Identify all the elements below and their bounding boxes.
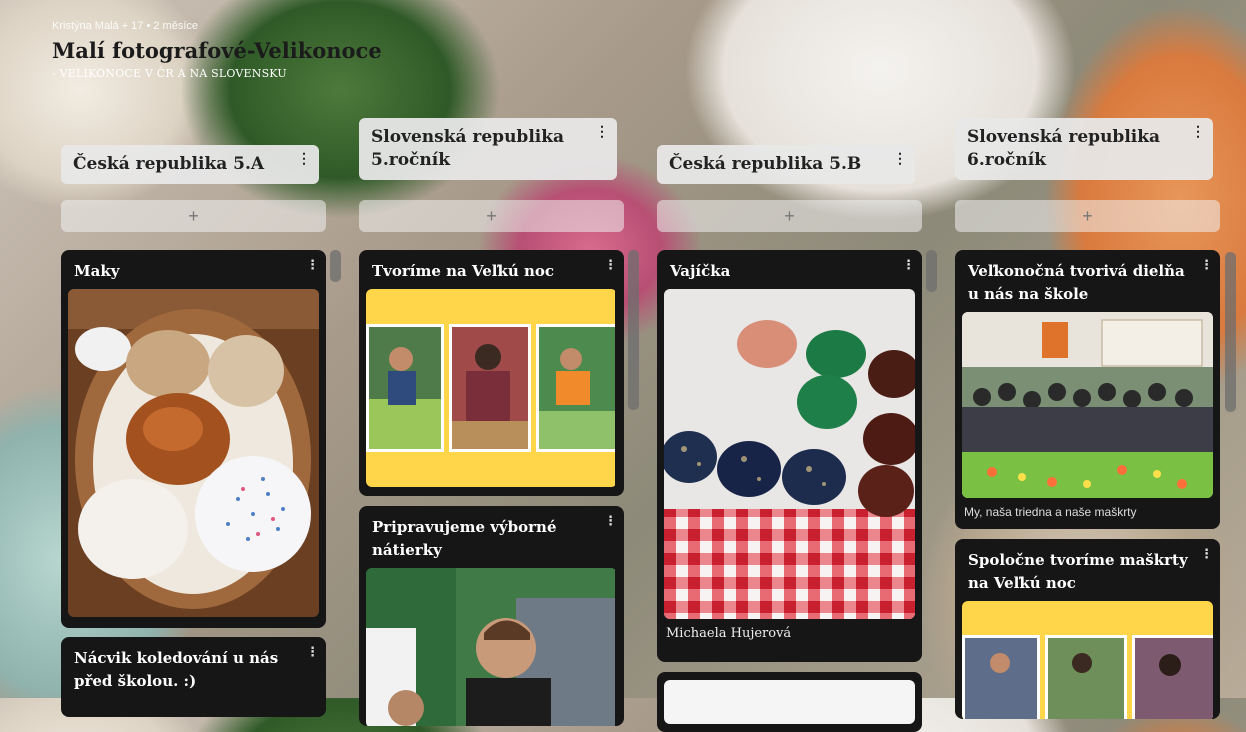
- post-image[interactable]: [962, 312, 1213, 498]
- section-header[interactable]: Slovenská republika 5.ročník ⋮: [359, 118, 617, 180]
- post-image[interactable]: [664, 680, 915, 724]
- section-header[interactable]: Slovenská republika 6.ročník ⋮: [955, 118, 1213, 180]
- more-vertical-icon[interactable]: ⋮: [1200, 259, 1213, 273]
- post-card[interactable]: Vajíčka ⋮ Michaela Hujerová: [657, 250, 922, 662]
- post-title: Spoločne tvoríme maškrty na Veľkú noc: [968, 551, 1188, 592]
- post-card[interactable]: ⋮: [657, 672, 922, 732]
- section-title: Slovenská republika 6.ročník: [967, 127, 1161, 170]
- class-group-photo: [962, 312, 1213, 498]
- padlet-header: Kristýna Malá + 17 • 2 měsíce Malí fotog…: [52, 20, 382, 80]
- post-image[interactable]: [68, 289, 319, 617]
- more-vertical-icon[interactable]: ⋮: [306, 259, 319, 273]
- more-vertical-icon[interactable]: ⋮: [902, 259, 915, 273]
- page-title: Malí fotografové-Velikonoce: [52, 38, 382, 63]
- post-caption: My, naša triedna a naše maškrty: [964, 505, 1137, 519]
- dyed-eggs-photo: [664, 289, 915, 619]
- section-header[interactable]: Česká republika 5.A ⋮: [61, 145, 319, 184]
- post-title: Nácvik koledování u nás před školou. :): [74, 649, 279, 690]
- post-card[interactable]: Pripravujeme výborné nátierky ⋮: [359, 506, 624, 726]
- more-vertical-icon[interactable]: ⋮: [1191, 125, 1205, 139]
- post-title: Vajíčka: [670, 262, 731, 280]
- more-vertical-icon[interactable]: ⋮: [893, 152, 907, 166]
- column-scrollbar[interactable]: [628, 250, 639, 410]
- post-title: Pripravujeme výborné nátierky: [372, 518, 557, 559]
- post-image[interactable]: [366, 289, 617, 487]
- post-card[interactable]: Nácvik koledování u nás před školou. :) …: [61, 637, 326, 717]
- more-vertical-icon[interactable]: ⋮: [297, 152, 311, 166]
- food-collage-photo: [962, 601, 1213, 719]
- post-card[interactable]: Spoločne tvoríme maškrty na Veľkú noc ⋮: [955, 539, 1220, 719]
- post-image[interactable]: [664, 289, 915, 619]
- section-title: Česká republika 5.A: [73, 154, 265, 174]
- post-card[interactable]: Tvoríme na Veľkú noc ⋮: [359, 250, 624, 496]
- post-image[interactable]: [962, 601, 1213, 719]
- author-meta[interactable]: Kristýna Malá + 17 • 2 měsíce: [52, 20, 382, 32]
- section-title: Česká republika 5.B: [669, 154, 862, 174]
- column-scrollbar[interactable]: [926, 250, 937, 292]
- column-scrollbar[interactable]: [330, 250, 341, 282]
- post-card[interactable]: Maky ⋮: [61, 250, 326, 628]
- section-header[interactable]: Česká republika 5.B ⋮: [657, 145, 915, 184]
- easter-breads-photo: [68, 289, 319, 617]
- more-vertical-icon[interactable]: ⋮: [604, 515, 617, 529]
- page-subtitle: - VELIKONOCE V ČR A NA SLOVENSKU: [52, 67, 287, 80]
- section-title: Slovenská republika 5.ročník: [371, 127, 565, 170]
- post-title: Maky: [74, 262, 120, 280]
- post-title: Veľkonočná tvorivá dielňa u nás na škole: [968, 262, 1185, 303]
- column-scrollbar[interactable]: [1225, 252, 1236, 412]
- add-post-button[interactable]: +: [359, 200, 624, 232]
- post-card[interactable]: Veľkonočná tvorivá dielňa u nás na škole…: [955, 250, 1220, 529]
- add-post-button[interactable]: +: [657, 200, 922, 232]
- more-vertical-icon[interactable]: ⋮: [604, 259, 617, 273]
- more-vertical-icon[interactable]: ⋮: [1200, 548, 1213, 562]
- add-post-button[interactable]: +: [955, 200, 1220, 232]
- more-vertical-icon[interactable]: ⋮: [595, 125, 609, 139]
- post-author: Michaela Hujerová: [666, 626, 792, 641]
- post-title: Tvoríme na Veľkú noc: [372, 262, 555, 280]
- post-image[interactable]: [366, 568, 617, 726]
- classroom-photo: [366, 568, 615, 726]
- more-vertical-icon[interactable]: ⋮: [306, 646, 319, 660]
- add-post-button[interactable]: +: [61, 200, 326, 232]
- crafting-collage-photo: [366, 289, 615, 487]
